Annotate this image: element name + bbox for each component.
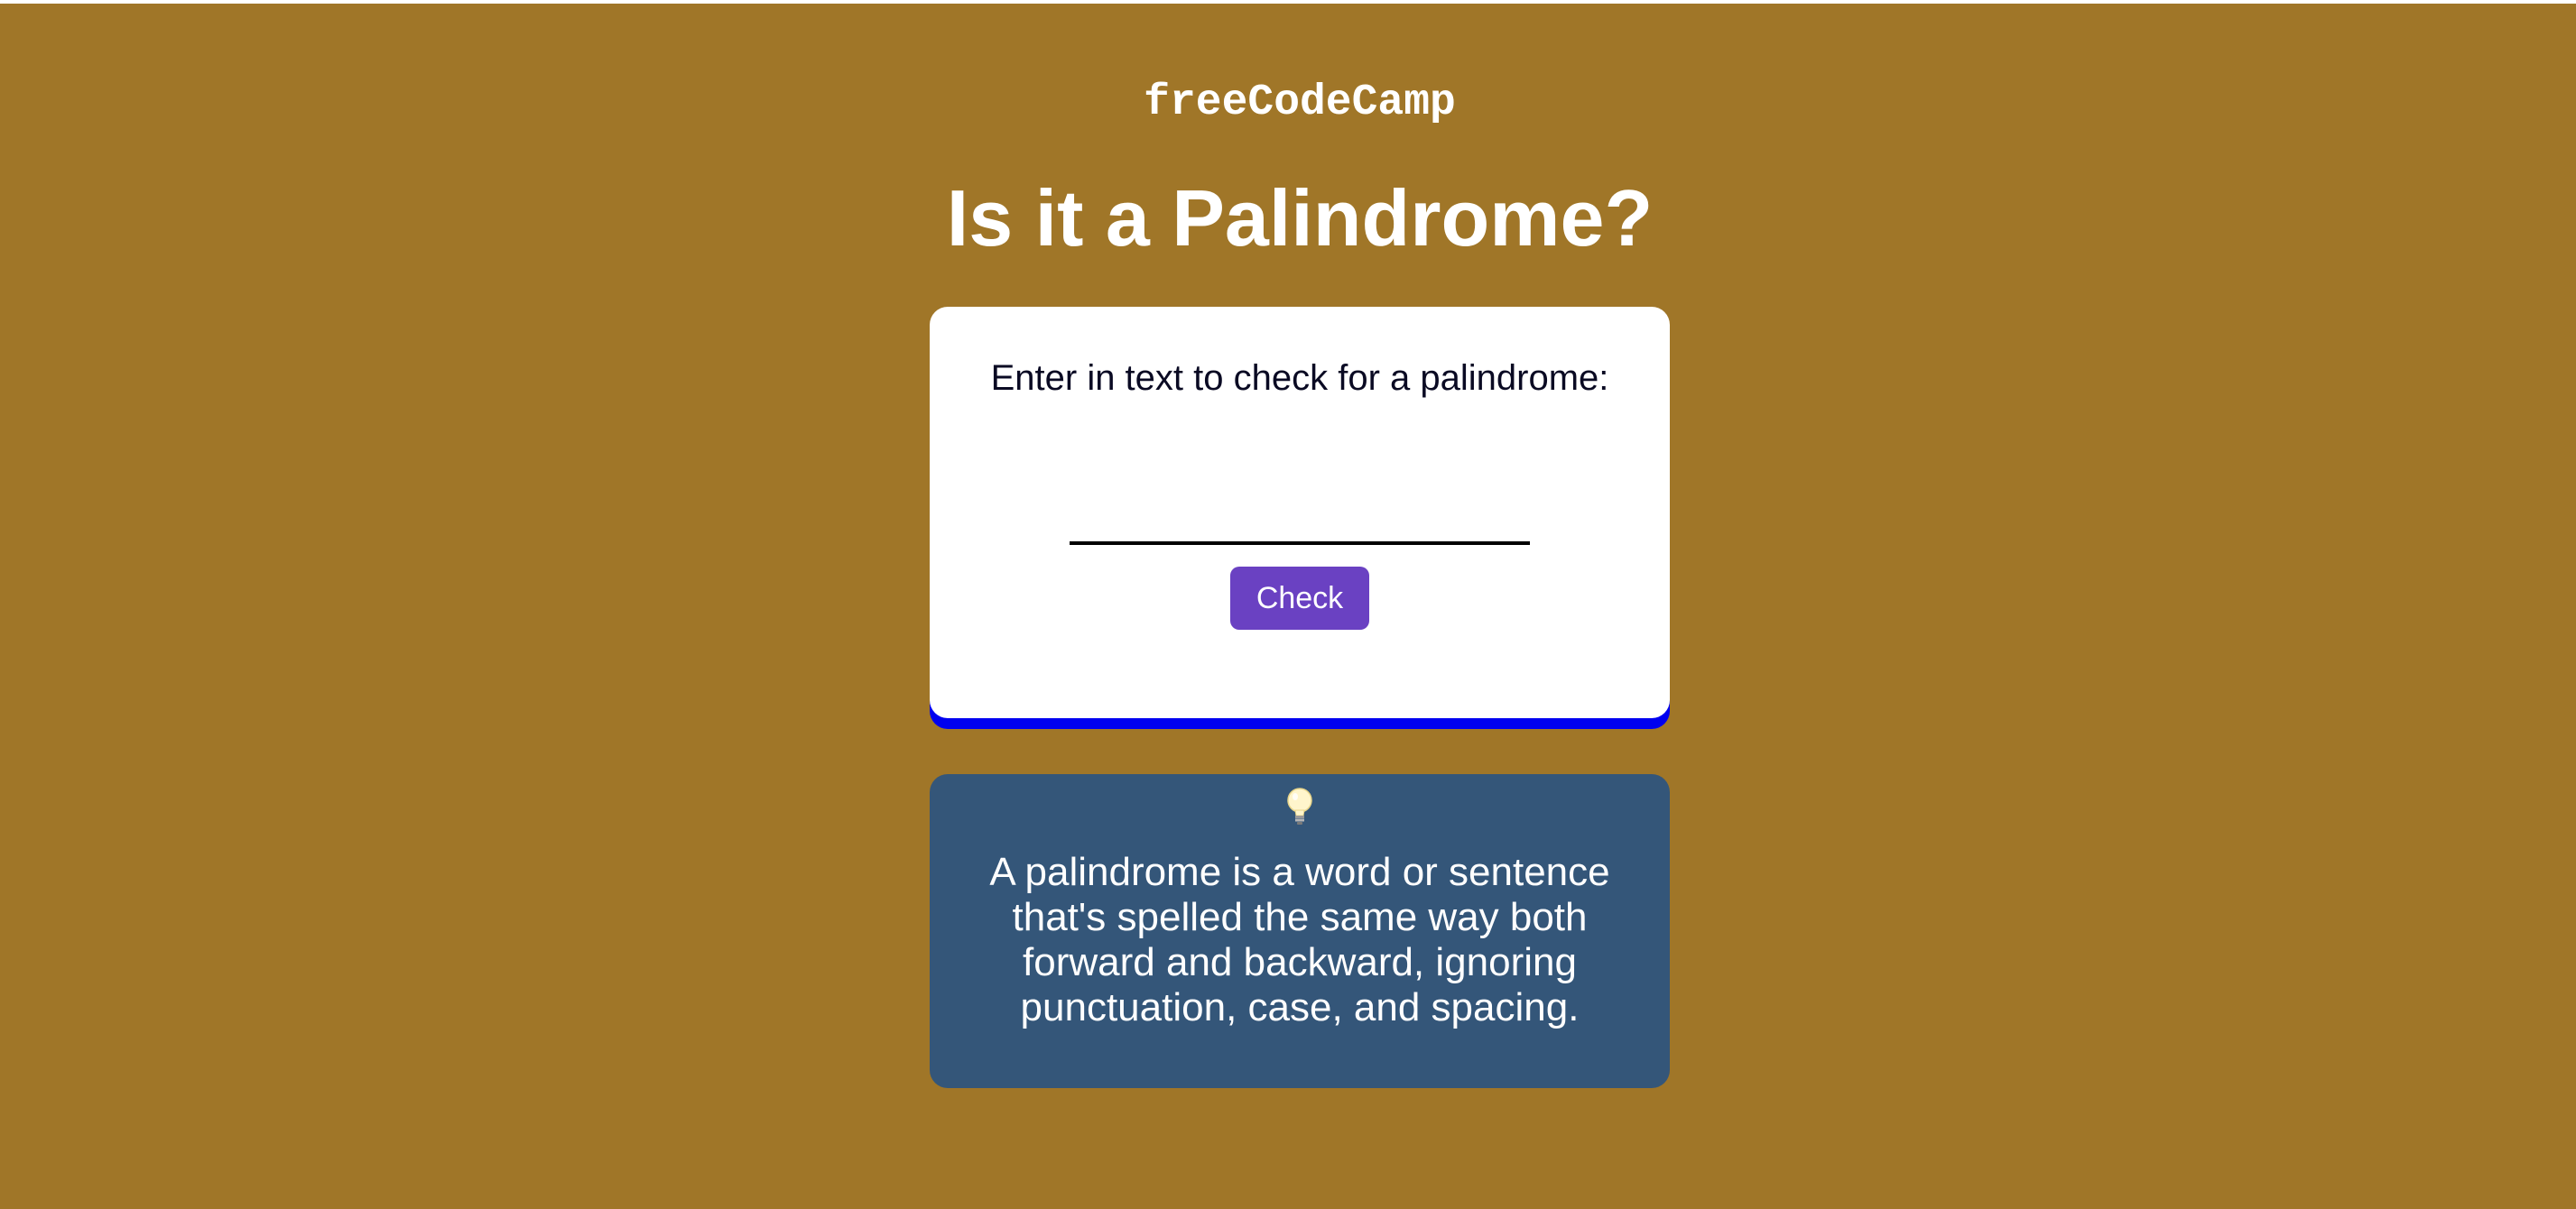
top-strip [0,0,2576,4]
brand-logo: freeCodeCamp [1144,78,1456,127]
input-label: Enter in text to check for a palindrome: [990,358,1609,398]
text-input[interactable] [1070,494,1530,545]
page-title: Is it a Palindrome? [946,173,1654,263]
lightbulb-icon [930,787,1670,831]
info-box: A palindrome is a word or sentence that'… [930,774,1670,1088]
palindrome-checker-card: Enter in text to check for a palindrome:… [930,307,1670,718]
palindrome-definition: A palindrome is a word or sentence that'… [989,850,1610,1029]
check-button[interactable]: Check [1230,567,1369,630]
